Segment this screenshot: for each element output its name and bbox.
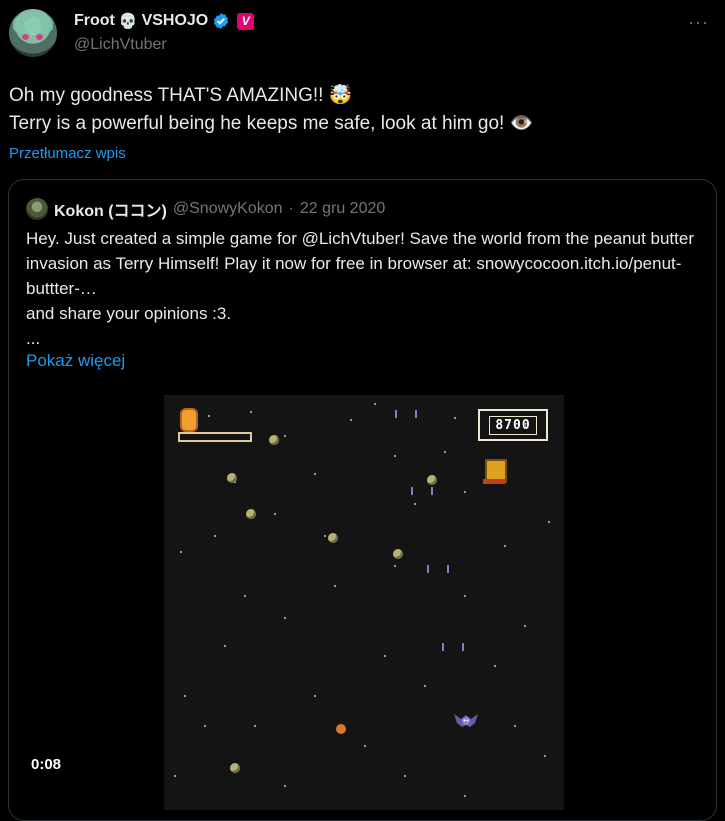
quoted-author-avatar: [26, 198, 48, 220]
show-more-link[interactable]: Pokaż więcej: [26, 351, 125, 371]
author-name-suffix[interactable]: VSHOJO: [142, 12, 209, 30]
skull-icon: 💀: [118, 13, 138, 30]
health-bar: [178, 432, 252, 442]
peanut-butter-jar-icon: [483, 459, 507, 484]
tweet-header: Froot 💀 VSHOJO V @LichVtuber: [74, 10, 255, 54]
quoted-tweet[interactable]: Kokon (ココン) @SnowyKokon · 22 gru 2020 He…: [8, 179, 717, 821]
quoted-author-handle: @SnowyKokon: [172, 200, 283, 217]
avatar-right-eye: [36, 34, 43, 40]
bullet: [442, 643, 444, 651]
star: [350, 419, 352, 421]
star: [494, 665, 496, 667]
star: [444, 451, 446, 453]
video-player[interactable]: 8700 0:08: [9, 394, 716, 820]
star: [364, 745, 366, 747]
peanut-rock: [328, 533, 338, 543]
peanut-rock: [269, 435, 279, 445]
game-score: 8700: [489, 415, 537, 435]
quoted-text-line: Hey. Just created a simple game for @Lic…: [26, 229, 694, 298]
bullet: [427, 565, 429, 573]
more-options-icon[interactable]: ···: [688, 12, 709, 33]
star: [180, 551, 182, 553]
star: [524, 425, 526, 427]
star: [250, 411, 252, 413]
star: [404, 775, 406, 777]
star: [334, 585, 336, 587]
bullet: [411, 487, 413, 495]
star: [324, 535, 326, 537]
bullet: [395, 410, 397, 418]
author-avatar[interactable]: [9, 9, 57, 57]
author-name[interactable]: Froot: [74, 12, 115, 30]
meta-separator: ·: [288, 200, 294, 217]
tweet-text: Oh my goodness THAT'S AMAZING!! 🤯 Terry …: [9, 85, 534, 134]
coin-icon: [180, 408, 198, 432]
star: [204, 725, 206, 727]
score-box: 8700: [478, 409, 548, 441]
author-handle[interactable]: @LichVtuber: [74, 36, 254, 54]
star: [314, 695, 316, 697]
star: [214, 535, 216, 537]
peanut-rock: [227, 473, 237, 483]
star: [514, 725, 516, 727]
star: [284, 617, 286, 619]
author-name-row[interactable]: Froot 💀 VSHOJO V: [74, 10, 255, 32]
star: [274, 513, 276, 515]
star: [544, 755, 546, 757]
star: [464, 595, 466, 597]
quoted-text-line: and share your opinions :3.: [26, 304, 232, 323]
star: [244, 595, 246, 597]
star: [384, 655, 386, 657]
quoted-tweet-text: Hey. Just created a simple game for @Lic…: [26, 226, 696, 351]
star: [208, 415, 210, 417]
star: [504, 545, 506, 547]
star: [284, 785, 286, 787]
video-time: 0:08: [31, 756, 62, 773]
quoted-author-name: Kokon (ココン): [54, 203, 167, 220]
star: [314, 473, 316, 475]
avatar-hair: [13, 12, 53, 34]
star: [464, 491, 466, 493]
bullet: [431, 487, 433, 495]
verified-badge-icon[interactable]: [212, 12, 230, 30]
star: [174, 775, 176, 777]
avatar-left-eye: [22, 34, 29, 40]
game-frame: 8700: [164, 395, 564, 810]
star: [284, 435, 286, 437]
quoted-tweet-header: Kokon (ココン) @SnowyKokon · 22 gru 2020: [26, 197, 385, 221]
peanut-rock: [427, 475, 437, 485]
star: [394, 455, 396, 457]
star: [224, 645, 226, 647]
bullet: [447, 565, 449, 573]
quoted-tweet-date: 22 gru 2020: [299, 200, 386, 217]
star: [394, 565, 396, 567]
star: [254, 725, 256, 727]
star: [414, 503, 416, 505]
bullet: [415, 410, 417, 418]
peanut-rock: [246, 509, 256, 519]
star: [548, 521, 550, 523]
star: [374, 403, 376, 405]
bullet: [462, 643, 464, 651]
cookie-icon: [336, 724, 346, 734]
peanut-rock: [230, 763, 240, 773]
translate-post-link[interactable]: Przetłumacz wpis: [9, 145, 126, 162]
terry-bat-icon: [454, 714, 478, 727]
quoted-text-line: ...: [26, 329, 41, 348]
star: [424, 685, 426, 687]
star: [524, 625, 526, 627]
star: [184, 695, 186, 697]
peanut-rock: [393, 549, 403, 559]
vshojo-affiliate-badge[interactable]: V: [237, 12, 255, 30]
star: [454, 417, 456, 419]
